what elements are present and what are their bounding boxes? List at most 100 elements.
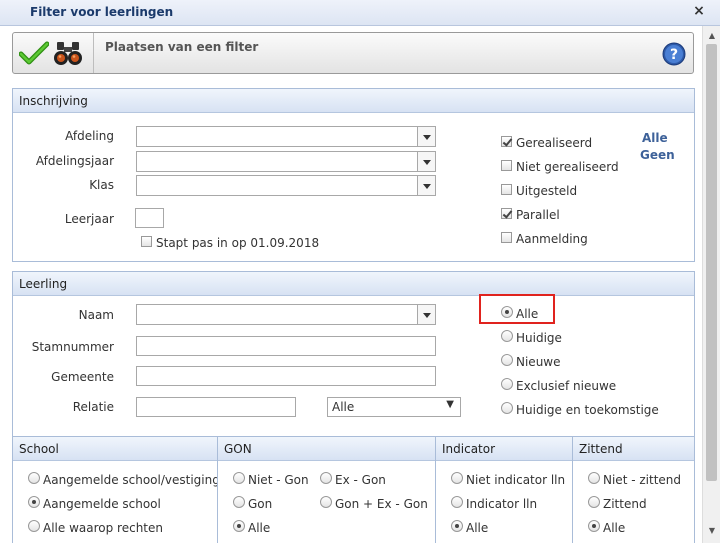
naam-combobox[interactable] bbox=[136, 304, 436, 325]
gon-title: GON bbox=[224, 442, 252, 456]
gemeente-input[interactable] bbox=[136, 366, 436, 386]
school-radio-aangemelde-school[interactable] bbox=[28, 496, 40, 508]
toolbar: Plaatsen van een filter ? bbox=[12, 32, 694, 74]
binoculars-search-icon[interactable] bbox=[53, 41, 83, 67]
scroll-up-icon[interactable]: ▲ bbox=[703, 28, 720, 44]
zittend-radio-niet-zittend[interactable] bbox=[588, 472, 600, 484]
afdeling-combobox[interactable] bbox=[136, 126, 436, 147]
indicator-option-label: Niet indicator lln bbox=[466, 473, 566, 487]
dropdown-arrow-icon: ▼ bbox=[446, 399, 454, 410]
naam-label: Naam bbox=[78, 308, 114, 322]
gerealiseerd-label: Gerealiseerd bbox=[516, 136, 593, 150]
relatie-select[interactable]: Alle ▼ bbox=[327, 397, 461, 417]
relatie-label: Relatie bbox=[72, 400, 114, 414]
dialog-content: Plaatsen van een filter ? Inschrijving A… bbox=[0, 26, 702, 543]
gon-radio-gon[interactable] bbox=[233, 496, 245, 508]
leerling-radio-huidige[interactable] bbox=[501, 330, 513, 342]
chevron-down-icon[interactable] bbox=[417, 176, 435, 195]
zittend-option-label: Niet - zittend bbox=[603, 473, 682, 487]
indicator-radio-niet-indicator[interactable] bbox=[451, 472, 463, 484]
help-icon[interactable]: ? bbox=[662, 42, 686, 66]
apply-check-icon[interactable] bbox=[19, 41, 49, 65]
relatie-select-value: Alle bbox=[332, 400, 355, 414]
scroll-down-icon[interactable]: ▼ bbox=[703, 523, 720, 539]
school-radio-aangemelde-school-vestiging[interactable] bbox=[28, 472, 40, 484]
zittend-header: Zittend bbox=[573, 437, 694, 461]
leerling-option-exclusief-nieuwe-label: Exclusief nieuwe bbox=[516, 379, 617, 393]
zittend-panel: Zittend Niet - zittend Zittend Alle bbox=[572, 436, 695, 543]
gemeente-label: Gemeente bbox=[51, 370, 114, 384]
klas-combobox[interactable] bbox=[136, 175, 436, 196]
parallel-label: Parallel bbox=[516, 208, 560, 222]
leerling-title: Leerling bbox=[19, 277, 68, 291]
vertical-scrollbar[interactable]: ▲ ▼ bbox=[702, 26, 720, 543]
leerjaar-label: Leerjaar bbox=[64, 212, 114, 226]
leerling-header: Leerling bbox=[13, 272, 694, 296]
school-option-label: Aangemelde school bbox=[43, 497, 161, 511]
zittend-title: Zittend bbox=[579, 442, 623, 456]
afdeling-label: Afdeling bbox=[65, 129, 114, 143]
indicator-radio-alle[interactable] bbox=[451, 520, 463, 532]
indicator-radio-indicator[interactable] bbox=[451, 496, 463, 508]
aanmelding-checkbox[interactable] bbox=[501, 232, 512, 243]
leerling-radio-exclusief-nieuwe[interactable] bbox=[501, 378, 513, 390]
school-option-label: Alle waarop rechten bbox=[43, 521, 163, 535]
close-icon[interactable]: × bbox=[692, 3, 706, 19]
school-header: School bbox=[13, 437, 217, 461]
indicator-title: Indicator bbox=[442, 442, 496, 456]
gon-option-label: Gon bbox=[248, 497, 273, 511]
leerling-option-huidige-label: Huidige bbox=[516, 331, 562, 345]
scrollbar-thumb[interactable] bbox=[706, 44, 717, 481]
klas-label: Klas bbox=[89, 178, 114, 192]
uitgesteld-label: Uitgesteld bbox=[516, 184, 578, 198]
afdelingsjaar-combobox[interactable] bbox=[136, 151, 436, 172]
zittend-radio-zittend[interactable] bbox=[588, 496, 600, 508]
gon-radio-alle[interactable] bbox=[233, 520, 245, 532]
chevron-down-icon[interactable] bbox=[417, 152, 435, 171]
indicator-option-label: Indicator lln bbox=[466, 497, 538, 511]
leerling-option-alle-label: Alle bbox=[516, 307, 539, 321]
zittend-option-label: Zittend bbox=[603, 497, 647, 511]
leerling-panel: Leerling Naam Stamnummer Gemeente Relati… bbox=[12, 271, 695, 454]
school-panel: School Aangemelde school/vestiging Aange… bbox=[12, 436, 220, 543]
indicator-panel: Indicator Niet indicator lln Indicator l… bbox=[435, 436, 573, 543]
stapt-pas-checkbox[interactable] bbox=[141, 236, 152, 247]
gon-header: GON bbox=[218, 437, 435, 461]
gon-radio-niet-gon[interactable] bbox=[233, 472, 245, 484]
inschrijving-panel: Inschrijving Afdeling Afdelingsjaar Klas… bbox=[12, 88, 695, 262]
parallel-checkbox[interactable] bbox=[501, 208, 512, 219]
chevron-down-icon[interactable] bbox=[417, 127, 435, 146]
gerealiseerd-checkbox[interactable] bbox=[501, 136, 512, 147]
gon-option-label: Gon + Ex - Gon bbox=[335, 497, 428, 511]
uitgesteld-checkbox[interactable] bbox=[501, 184, 512, 195]
zittend-option-label: Alle bbox=[603, 521, 626, 535]
chevron-down-icon[interactable] bbox=[417, 305, 435, 324]
school-radio-alle-waarop-rechten[interactable] bbox=[28, 520, 40, 532]
leerling-radio-huidige-en-toekomstige[interactable] bbox=[501, 402, 513, 414]
stamnummer-label: Stamnummer bbox=[31, 340, 114, 354]
niet-gerealiseerd-label: Niet gerealiseerd bbox=[516, 160, 619, 174]
toolbar-title: Plaatsen van een filter bbox=[105, 40, 259, 54]
inschrijving-header: Inschrijving bbox=[13, 89, 694, 113]
leerling-radio-alle[interactable] bbox=[501, 306, 513, 318]
stapt-pas-label: Stapt pas in op 01.09.2018 bbox=[156, 236, 320, 250]
leerjaar-input[interactable] bbox=[135, 208, 164, 228]
leerling-option-huidige-en-toekomstige-label: Huidige en toekomstige bbox=[516, 403, 659, 417]
leerling-radio-nieuwe[interactable] bbox=[501, 354, 513, 366]
leerling-option-nieuwe-label: Nieuwe bbox=[516, 355, 561, 369]
gon-radio-gon-plus-ex-gon[interactable] bbox=[320, 496, 332, 508]
niet-gerealiseerd-checkbox[interactable] bbox=[501, 160, 512, 171]
relatie-input[interactable] bbox=[136, 397, 296, 417]
gon-radio-ex-gon[interactable] bbox=[320, 472, 332, 484]
zittend-radio-alle[interactable] bbox=[588, 520, 600, 532]
school-title: School bbox=[19, 442, 59, 456]
gon-option-label: Alle bbox=[248, 521, 271, 535]
aanmelding-label: Aanmelding bbox=[516, 232, 588, 246]
window-titlebar: Filter voor leerlingen × bbox=[0, 0, 720, 26]
select-all-link[interactable]: Alle bbox=[642, 131, 668, 145]
select-none-link[interactable]: Geen bbox=[640, 148, 675, 162]
svg-text:?: ? bbox=[670, 47, 678, 63]
stamnummer-input[interactable] bbox=[136, 336, 436, 356]
indicator-option-label: Alle bbox=[466, 521, 489, 535]
inschrijving-title: Inschrijving bbox=[19, 94, 88, 108]
